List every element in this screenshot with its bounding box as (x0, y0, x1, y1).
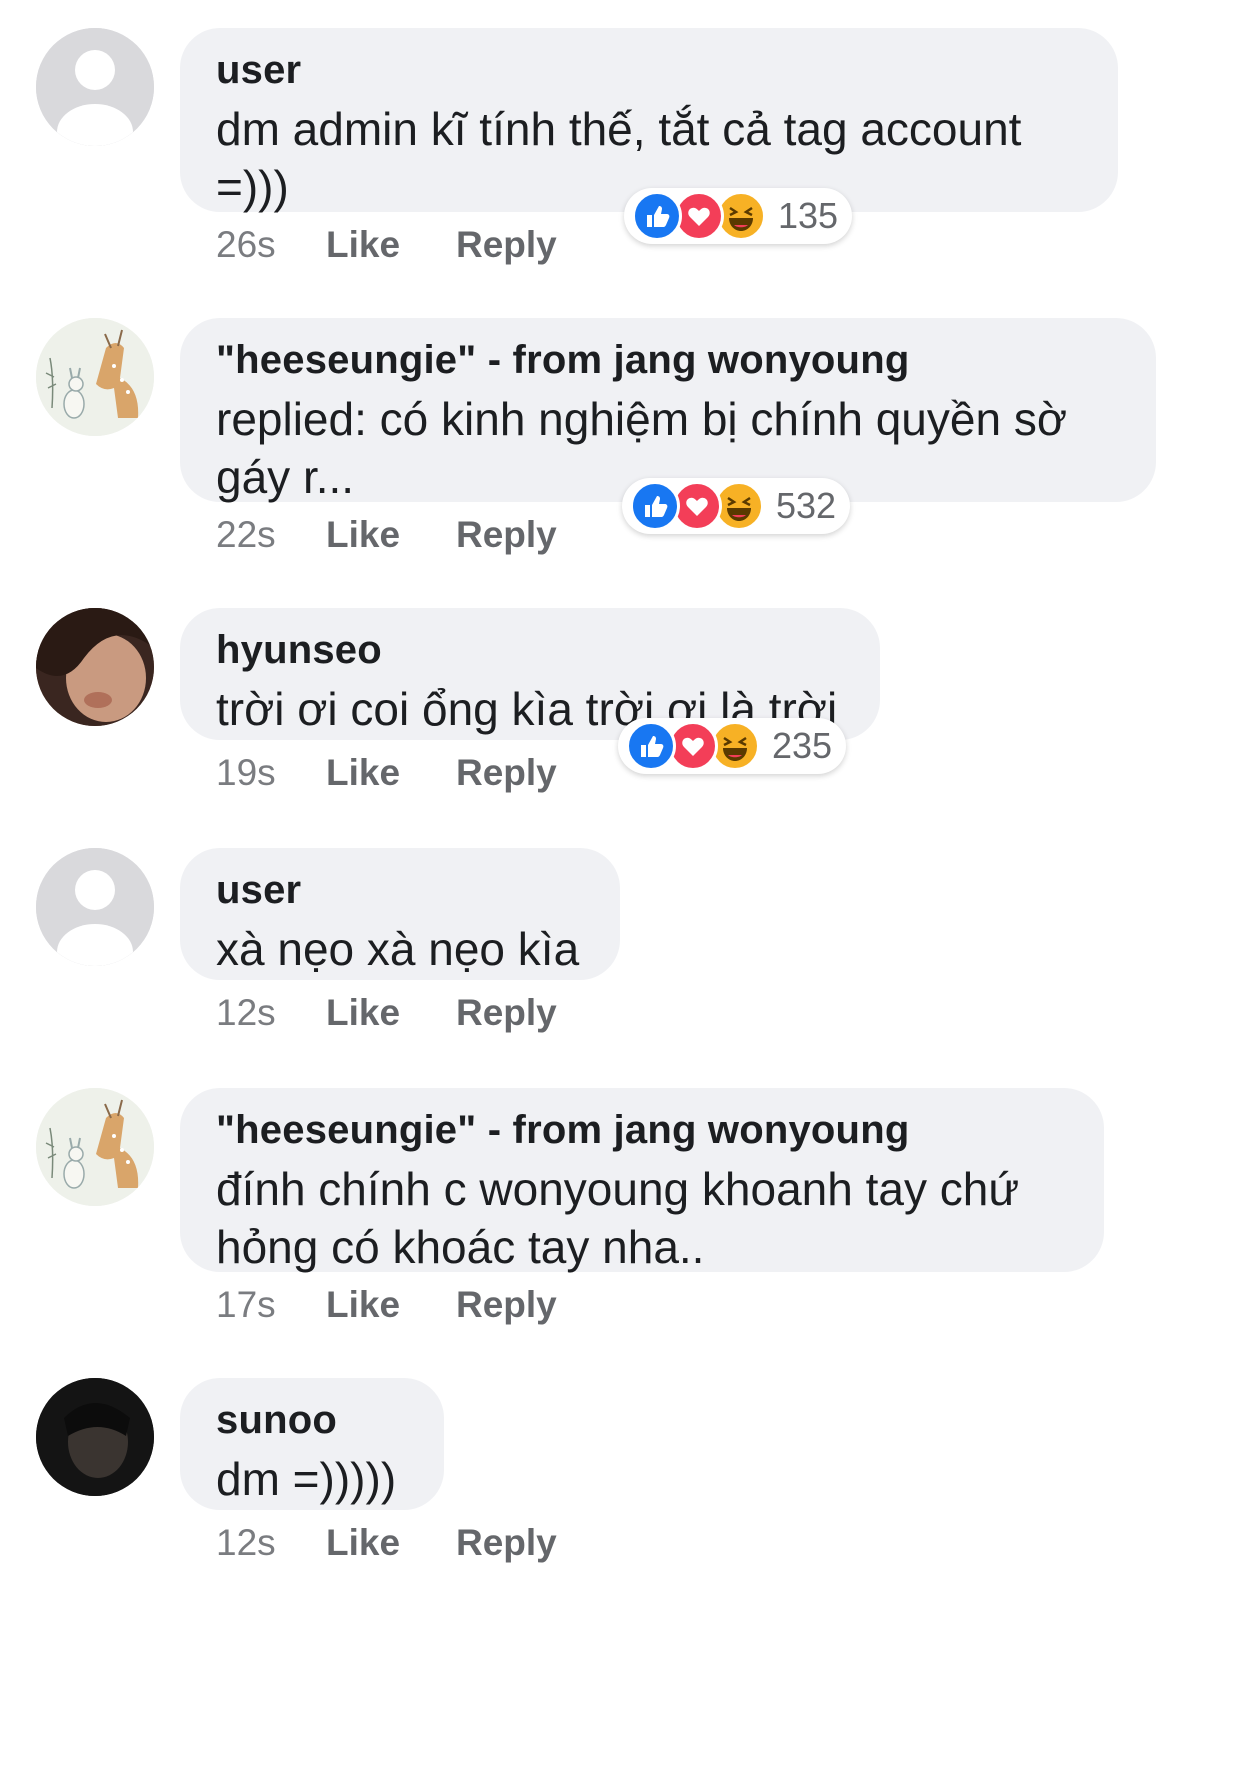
comment-author[interactable]: "heeseungie" - from jang wonyoung (216, 338, 1120, 382)
profile-photo-avatar (36, 1378, 154, 1496)
comment-author[interactable]: sunoo (216, 1398, 408, 1442)
like-button[interactable]: Like (326, 752, 456, 794)
comment-author[interactable]: hyunseo (216, 628, 844, 672)
reactions-summary[interactable]: 135 (624, 188, 853, 244)
like-button[interactable]: Like (326, 1522, 456, 1564)
avatar[interactable] (36, 318, 154, 436)
comment-timestamp: 12s (216, 1522, 276, 1563)
comment-text: đính chính c wonyoung khoanh tay chứ hỏn… (216, 1163, 1020, 1273)
comment-author[interactable]: "heeseungie" - from jang wonyoung (216, 1108, 1068, 1152)
comment-bubble: "heeseungie" - from jang wonyoung replie… (180, 318, 1156, 503)
comment-timestamp: 17s (216, 1284, 276, 1325)
profile-photo-avatar (36, 608, 154, 726)
like-icon (632, 191, 682, 241)
deer-illustration-avatar (36, 318, 154, 436)
reply-button[interactable]: Reply (456, 514, 557, 556)
comment-timestamp: 26s (216, 224, 276, 265)
avatar[interactable] (36, 848, 154, 966)
default-avatar-icon (36, 28, 154, 146)
reply-button[interactable]: Reply (456, 1522, 557, 1564)
comment-timestamp: 22s (216, 514, 276, 555)
comment-bubble: "heeseungie" - from jang wonyoung đính c… (180, 1088, 1104, 1273)
comment-text: xà nẹo xà nẹo kìa (216, 923, 580, 975)
reply-button[interactable]: Reply (456, 992, 557, 1034)
avatar[interactable] (36, 1378, 154, 1496)
comment-text: dm =))))) (216, 1453, 397, 1505)
comment-actions: 12s Like Reply (216, 1522, 557, 1564)
like-button[interactable]: Like (326, 514, 456, 556)
reaction-count: 135 (778, 195, 839, 236)
comment-actions: 12s Like Reply (216, 992, 557, 1034)
like-button[interactable]: Like (326, 224, 456, 266)
comment-actions: 22s Like Reply (216, 514, 557, 556)
reaction-count: 532 (776, 485, 837, 526)
reactions-summary[interactable]: 532 (622, 478, 851, 534)
comment-bubble: user dm admin kĩ tính thế, tắt cả tag ac… (180, 28, 1118, 213)
comment-author[interactable]: user (216, 48, 1082, 92)
comment-timestamp: 12s (216, 992, 276, 1033)
comment-timestamp: 19s (216, 752, 276, 793)
like-icon (630, 481, 680, 531)
like-button[interactable]: Like (326, 992, 456, 1034)
like-button[interactable]: Like (326, 1284, 456, 1326)
deer-illustration-avatar (36, 1088, 154, 1206)
comment-bubble: sunoo dm =))))) (180, 1378, 444, 1510)
default-avatar-icon (36, 848, 154, 966)
comment-actions: 17s Like Reply (216, 1284, 557, 1326)
reaction-count: 235 (772, 725, 833, 766)
avatar[interactable] (36, 28, 154, 146)
comment-bubble: user xà nẹo xà nẹo kìa (180, 848, 620, 980)
avatar[interactable] (36, 608, 154, 726)
comment-actions: 26s Like Reply (216, 224, 557, 266)
reply-button[interactable]: Reply (456, 224, 557, 266)
reactions-summary[interactable]: 235 (618, 718, 847, 774)
comment-actions: 19s Like Reply (216, 752, 557, 794)
avatar[interactable] (36, 1088, 154, 1206)
comment-author[interactable]: user (216, 868, 584, 912)
reply-button[interactable]: Reply (456, 752, 557, 794)
like-icon (626, 721, 676, 771)
reply-button[interactable]: Reply (456, 1284, 557, 1326)
